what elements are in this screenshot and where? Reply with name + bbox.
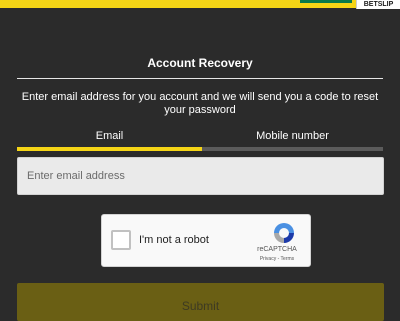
recaptcha-checkbox[interactable] [111,230,131,250]
recaptcha-logo-icon [274,223,294,243]
recaptcha-links[interactable]: Privacy - Terms [247,256,307,262]
page-title: Account Recovery [147,56,253,70]
betslip-button[interactable]: BETSLIP [356,0,400,9]
title-divider [17,78,383,79]
tab-indicator-track [17,147,383,151]
tab-email[interactable]: Email [17,130,202,142]
recaptcha-brand: reCAPTCHA [257,246,297,253]
tab-mobile-number[interactable]: Mobile number [202,130,383,142]
email-input[interactable] [17,157,384,195]
header-action-button[interactable] [300,0,352,3]
tab-indicator-active [17,147,202,151]
recaptcha-widget: I'm not a robot reCAPTCHA Privacy - Term… [101,214,311,267]
submit-button[interactable]: Submit [17,283,384,321]
instructions-text: Enter email address for you account and … [21,91,379,116]
recaptcha-label: I'm not a robot [139,234,209,246]
